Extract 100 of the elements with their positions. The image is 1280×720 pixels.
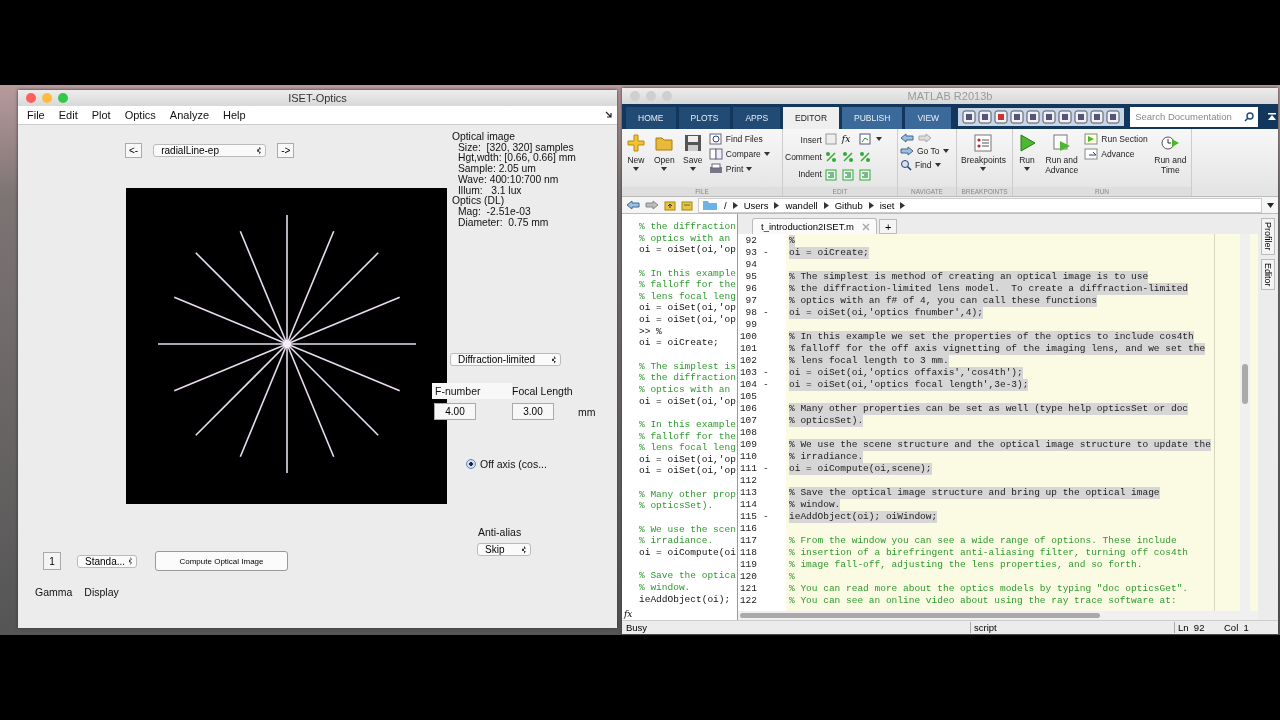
- comment-icon[interactable]: [824, 151, 837, 163]
- line-number: 114: [738, 499, 757, 511]
- breakpoints-button[interactable]: Breakpoints: [959, 133, 1008, 171]
- insert-function-button[interactable]: fx: [841, 134, 854, 144]
- forward-arrow-icon[interactable]: [645, 200, 659, 210]
- compare-button[interactable]: Compare: [708, 148, 770, 160]
- menu-item[interactable]: Optics: [124, 109, 156, 121]
- previous-button[interactable]: <-: [125, 143, 143, 158]
- comment-icon[interactable]: [858, 151, 871, 163]
- breadcrumb-arrow-icon[interactable]: [868, 201, 874, 209]
- off-axis-label: Off axis (cos...: [480, 458, 547, 471]
- function-browser-button[interactable]: fx: [622, 609, 633, 620]
- gamma-field[interactable]: 1: [43, 552, 61, 570]
- browse-folder-icon[interactable]: [681, 199, 693, 211]
- toolbar-icon[interactable]: [978, 109, 993, 124]
- breadcrumb[interactable]: Github: [834, 199, 863, 211]
- search-field[interactable]: Search Documentation: [1130, 106, 1259, 127]
- indent-label: Indent: [798, 169, 822, 179]
- caret-icon: [763, 152, 770, 156]
- toolbar-icon[interactable]: [1058, 109, 1073, 124]
- find-files-button[interactable]: Find Files: [708, 133, 770, 145]
- compute-optical-image-button[interactable]: Compute Optical Image: [155, 551, 288, 571]
- caret-icon: [746, 167, 753, 171]
- ribbon-tab[interactable]: HOME: [626, 107, 676, 129]
- menu-item[interactable]: File: [27, 109, 45, 121]
- open-button[interactable]: Open: [652, 133, 677, 171]
- command-line: oi = oiSet(oi,'op: [639, 244, 736, 256]
- side-tab[interactable]: Editor: [1261, 258, 1275, 291]
- breadcrumb-arrow-icon[interactable]: [774, 201, 780, 209]
- go-to-button[interactable]: Go To: [900, 146, 949, 156]
- close-button[interactable]: [26, 93, 36, 103]
- line-number: 111: [738, 463, 757, 475]
- new-tab-button[interactable]: +: [878, 219, 898, 234]
- toolbar-icon[interactable]: [1106, 109, 1121, 124]
- print-button[interactable]: Print: [708, 163, 770, 175]
- breadcrumb-arrow-icon[interactable]: [732, 201, 738, 209]
- line-number: 93: [744, 247, 757, 259]
- ribbon-tab[interactable]: PUBLISH: [842, 107, 903, 129]
- comment-icon[interactable]: [841, 151, 854, 163]
- arrow-icon[interactable]: [605, 111, 613, 119]
- chart-icon[interactable]: [858, 133, 871, 145]
- up-folder-icon[interactable]: [664, 199, 676, 211]
- run-button[interactable]: Run: [1015, 133, 1039, 171]
- display-dropdown[interactable]: Standa...: [77, 554, 137, 568]
- breadcrumb[interactable]: wandell: [785, 199, 818, 211]
- horizontal-scrollbar[interactable]: [738, 611, 1258, 620]
- dropdown-caret-icon[interactable]: [1267, 202, 1274, 208]
- back-arrow-icon[interactable]: [900, 133, 914, 143]
- ribbon-tab[interactable]: EDITOR: [783, 107, 840, 129]
- toolbar-icon[interactable]: [962, 109, 977, 124]
- line-number: 96: [744, 283, 757, 295]
- breadcrumb-arrow-icon[interactable]: [823, 201, 829, 209]
- breakpoints-list-icon: [973, 133, 994, 153]
- caret-icon[interactable]: [875, 137, 882, 141]
- find-button[interactable]: Find: [900, 159, 941, 171]
- ribbon-tab[interactable]: PLOTS: [678, 107, 731, 129]
- command-line: % In this example: [639, 267, 736, 279]
- toolbar-icon[interactable]: [1010, 109, 1025, 124]
- ribbon-tab[interactable]: APPS: [733, 107, 781, 129]
- f-number-field[interactable]: 4.00: [434, 403, 476, 421]
- breadcrumb[interactable]: /: [724, 199, 727, 211]
- menu-item[interactable]: Plot: [91, 109, 111, 121]
- side-tab[interactable]: Profiler: [1261, 218, 1275, 255]
- command-line: % the diffraction: [639, 372, 736, 384]
- breadcrumb-arrow-icon[interactable]: [900, 201, 906, 209]
- info-text: Wave: 400:10:700 nm: [457, 174, 560, 186]
- toolbar-icon[interactable]: [1090, 109, 1105, 124]
- toolbar-icon[interactable]: [1042, 109, 1057, 124]
- advance-button[interactable]: Advance: [1084, 148, 1148, 160]
- line-number: 117: [738, 535, 757, 547]
- toolbar-icon[interactable]: [1074, 109, 1089, 124]
- focal-length-field[interactable]: 3.00: [512, 403, 554, 421]
- command-line: oi = oiSet(oi,'op: [639, 302, 736, 314]
- menu-item[interactable]: Analyze: [169, 109, 209, 121]
- code-line: % From the window you can see a wide range of options. These include: [789, 535, 1177, 547]
- collapse-icon[interactable]: [1267, 111, 1278, 122]
- line-marker: -: [763, 247, 769, 258]
- new-button[interactable]: New: [624, 133, 648, 171]
- code-line: % You can see an online video about using the ray trace software at:: [789, 595, 1177, 607]
- run-section-button[interactable]: Run Section: [1084, 133, 1148, 145]
- back-arrow-icon[interactable]: [626, 200, 640, 210]
- next-button[interactable]: ->: [277, 143, 295, 158]
- toolbar-icon[interactable]: [1026, 109, 1041, 124]
- menu-item[interactable]: Edit: [58, 109, 78, 121]
- toolbar-icon[interactable]: [994, 109, 1009, 124]
- vertical-scrollbar[interactable]: [1240, 234, 1250, 611]
- run-and-time-button[interactable]: Run and Time: [1151, 133, 1189, 175]
- anti-alias-dropdown[interactable]: Skip: [477, 543, 531, 557]
- breadcrumb[interactable]: iset: [879, 199, 895, 211]
- ribbon-tab[interactable]: VIEW: [905, 107, 952, 129]
- run-and-advance-button[interactable]: Run and Advance: [1043, 133, 1081, 175]
- scene-dropdown[interactable]: radialLine-ep: [153, 144, 267, 157]
- line-number: 115: [738, 511, 757, 523]
- breadcrumb[interactable]: Users: [743, 199, 769, 211]
- optics-model-dropdown[interactable]: Diffraction-limited: [450, 353, 561, 367]
- save-button[interactable]: Save: [680, 133, 705, 171]
- file-tab[interactable]: t_introduction2ISET.m: [752, 218, 877, 234]
- radio-button[interactable]: [466, 459, 476, 470]
- stopwatch-play-icon: [1160, 133, 1181, 153]
- menu-item[interactable]: Help: [223, 109, 246, 121]
